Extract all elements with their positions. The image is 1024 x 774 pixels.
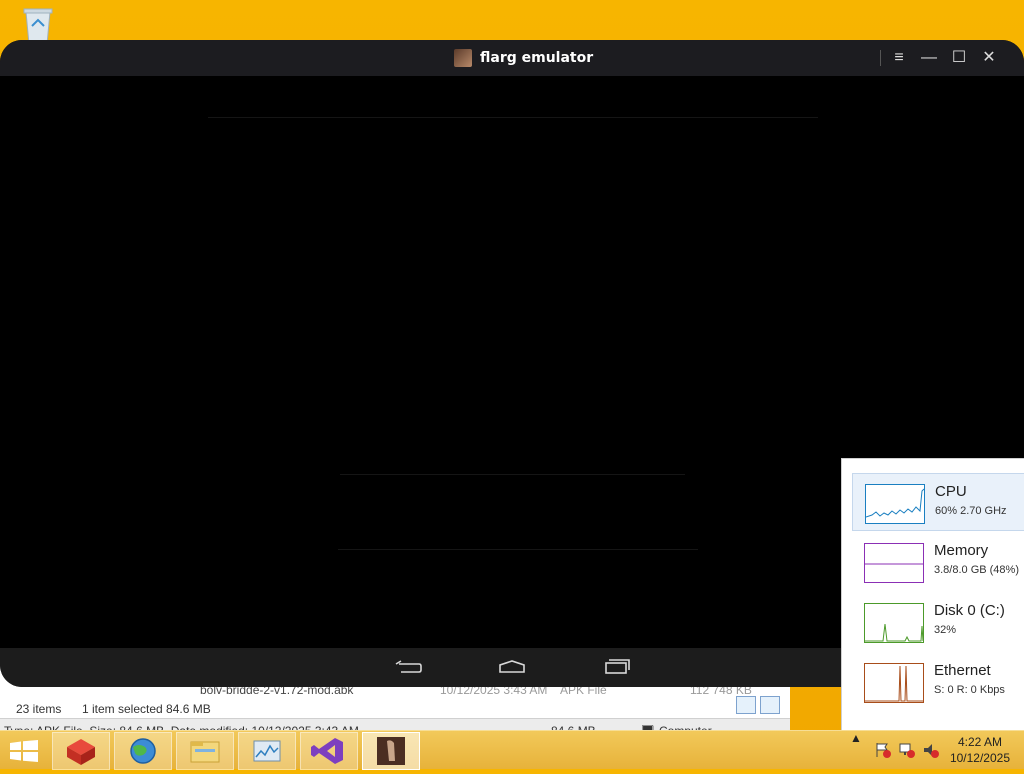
emulator-app-icon (377, 737, 405, 765)
cpu-detail: 60% 2.70 GHz (935, 505, 1007, 517)
clock-date: 10/12/2025 (949, 751, 1010, 765)
cpu-tile[interactable]: CPU 60% 2.70 GHz (852, 473, 1024, 531)
memory-detail: 3.8/8.0 GB (48%) (934, 564, 1019, 576)
screen-divider (208, 117, 818, 118)
details-view-icon[interactable] (736, 696, 756, 714)
start-windows-icon[interactable] (10, 740, 38, 762)
title-separator (880, 50, 881, 66)
back-icon[interactable] (393, 656, 425, 678)
task-manager-performance: CPU 60% 2.70 GHz Memory 3.8/8.0 GB (48%)… (841, 458, 1024, 731)
home-icon[interactable] (496, 656, 528, 678)
clock-time: 4:22 AM (957, 735, 1002, 749)
emulator-title: flarg emulator (480, 50, 594, 66)
cpu-graph (865, 484, 925, 524)
tray-show-hidden[interactable]: ▲ (850, 731, 862, 769)
disk-tile[interactable]: Disk 0 (C:) 32% (852, 593, 1024, 649)
status-item-count: 23 items (16, 702, 62, 716)
status-selection: 1 item selected 84.6 MB (82, 702, 211, 716)
large-icons-view-icon[interactable] (760, 696, 780, 714)
ethernet-tile[interactable]: Ethernet S: 0 R: 0 Kbps (852, 653, 1024, 709)
recents-icon[interactable] (600, 656, 632, 678)
task-manager-icon (253, 740, 281, 762)
taskbar-browser-button[interactable] (114, 732, 172, 770)
ethernet-detail: S: 0 R: 0 Kbps (934, 684, 1005, 696)
taskbar-cube-app-button[interactable] (52, 732, 110, 770)
screen-divider (338, 549, 698, 550)
minimize-button[interactable]: — (914, 40, 944, 76)
memory-graph (864, 543, 924, 583)
memory-label: Memory (934, 542, 989, 559)
visual-studio-icon (311, 738, 343, 764)
cpu-label: CPU (935, 483, 967, 500)
disk-graph (864, 603, 924, 643)
screen-divider (340, 474, 685, 475)
folder-icon (190, 741, 220, 763)
maximize-button[interactable]: ☐ (944, 40, 974, 76)
emulator-app-icon (454, 49, 472, 67)
action-center-flag-icon[interactable] (874, 741, 892, 759)
taskbar-emulator-button[interactable] (362, 732, 420, 770)
volume-muted-icon[interactable] (922, 741, 940, 759)
taskbar-explorer-button[interactable] (176, 732, 234, 770)
disk-detail: 32% (934, 624, 957, 636)
disk-label: Disk 0 (C:) (934, 602, 1005, 619)
memory-tile[interactable]: Memory 3.8/8.0 GB (48%) (852, 533, 1024, 589)
taskbar-task-manager-button[interactable] (238, 732, 296, 770)
red-cube-icon (67, 739, 95, 765)
network-icon[interactable] (898, 741, 916, 759)
explorer-status-bar: 23 items 1 item selected 84.6 MB (0, 700, 790, 718)
taskbar: ▲ 4:22 AM 10/12/2025 (0, 730, 1024, 770)
taskbar-clock[interactable]: 4:22 AM 10/12/2025 (950, 734, 1010, 766)
menu-icon[interactable]: ≡ (884, 40, 914, 76)
ethernet-label: Ethernet (934, 662, 991, 679)
taskbar-visual-studio-button[interactable] (300, 732, 358, 770)
close-button[interactable]: ✕ (974, 40, 1004, 76)
globe-browser-icon (130, 738, 156, 764)
emulator-title-bar[interactable]: flarg emulator ≡ — ☐ ✕ (0, 40, 1024, 76)
view-toggle (736, 696, 780, 714)
ethernet-graph (864, 663, 924, 703)
